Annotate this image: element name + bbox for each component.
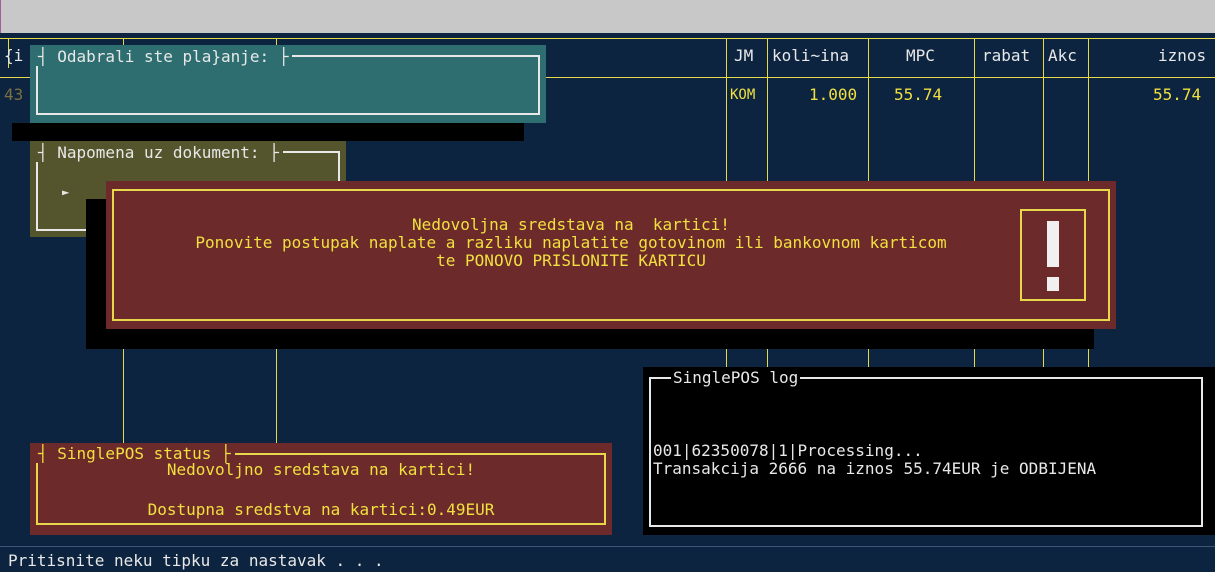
header-kolicina: koli~ina <box>772 46 850 65</box>
note-dialog-title: Napomena uz dokument: <box>57 143 260 162</box>
payment-dialog-shadow <box>12 123 524 141</box>
alert-line-3: te PONOVO PRISLONITE KARTICU <box>436 251 706 270</box>
note-dialog-title-wrap: ┤ Napomena uz dokument: ├ <box>34 143 283 162</box>
alert-line-1: Nedovoljna sredstava na kartici! <box>412 215 730 234</box>
header-rabat: rabat <box>982 46 1031 65</box>
payment-dialog-title: Odabrali ste pla}anje: <box>57 47 270 66</box>
header-iznos: iznos <box>1158 46 1207 65</box>
singlepos-status-available: Dostupna sredstva na kartici:0.49EUR <box>147 500 495 519</box>
singlepos-status-message: Nedovoljno sredstava na kartici! <box>166 460 476 479</box>
header-jm: JM <box>734 46 754 65</box>
payment-dialog-title-wrap: ┤ Odabrali ste pla}anje: ├ <box>34 47 293 66</box>
singlepos-log-title: SinglePOS log <box>671 368 801 387</box>
pointer-icon[interactable]: ► <box>62 185 69 199</box>
cell-iznos[interactable]: 55.74 <box>1153 85 1201 104</box>
alert-line-2: Ponovite postupak naplate a razliku napl… <box>195 233 947 252</box>
singlepos-log-panel: SinglePOS log 001|62350078|1|Processing.… <box>643 367 1215 535</box>
status-line: Pritisnite neku tipku za nastavak . . . <box>0 546 1215 572</box>
header-first-col: {i <box>4 46 24 65</box>
cell-jm[interactable]: KOM <box>730 87 755 103</box>
table-top-border <box>0 38 1215 39</box>
exclamation-icon <box>1020 209 1086 301</box>
row-first-col: 43 <box>4 85 24 104</box>
header-mpc: MPC <box>906 46 935 65</box>
terminal-screen: {i JM koli~ina MPC rabat Akc iznos 43 KO… <box>0 33 1215 548</box>
log-line-1: 001|62350078|1|Processing... <box>653 441 923 460</box>
cell-mpc[interactable]: 55.74 <box>894 85 942 104</box>
payment-dialog: ┤ Odabrali ste pla}anje: ├ <box>30 45 546 123</box>
window-titlebar <box>0 0 1215 33</box>
alert-dialog: Nedovoljna sredstava na kartici! Ponovit… <box>106 181 1116 329</box>
cell-kolicina[interactable]: 1.000 <box>809 85 857 104</box>
singlepos-status-panel: ┤ SinglePOS status ├ Nedovoljno sredstav… <box>30 443 612 535</box>
log-line-2: Transakcija 2666 na iznos 55.74EUR je OD… <box>653 459 1097 478</box>
header-akc: Akc <box>1048 46 1077 65</box>
continue-prompt[interactable]: Pritisnite neku tipku za nastavak . . . <box>8 551 384 570</box>
